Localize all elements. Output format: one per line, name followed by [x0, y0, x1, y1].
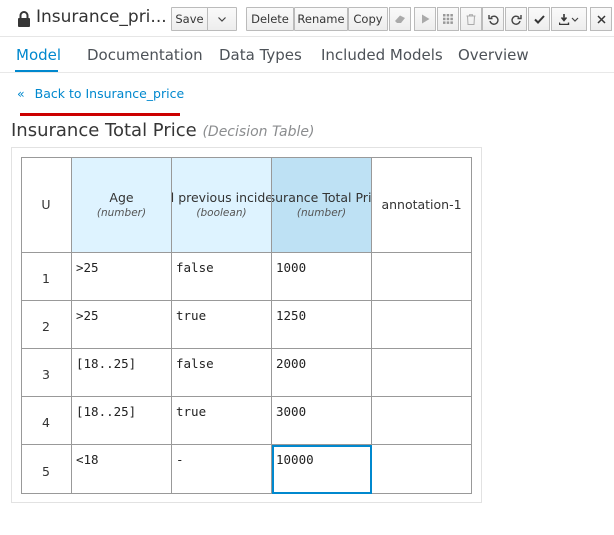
table-cell-incidents[interactable]: true: [172, 397, 272, 445]
table-cell-incidents[interactable]: false: [172, 253, 272, 301]
tab-included-models[interactable]: Included Models: [321, 46, 443, 64]
delete-button[interactable]: Delete: [246, 7, 294, 31]
editor-tabs: Model Documentation Data Types Included …: [0, 37, 614, 73]
redo-button[interactable]: [505, 7, 527, 31]
validate-button[interactable]: [528, 7, 550, 31]
table-cell-price[interactable]: 1250: [272, 301, 372, 349]
lock-icon[interactable]: [17, 11, 31, 27]
check-icon: [533, 14, 545, 24]
table-cell-age[interactable]: <18: [72, 445, 172, 494]
table-cell-age[interactable]: >25: [72, 301, 172, 349]
trash-icon: [466, 13, 476, 25]
undo-icon: [487, 14, 499, 25]
rename-button[interactable]: Rename: [294, 7, 348, 31]
decision-table-grid: U Age (number) had previous incidents (b…: [21, 157, 472, 494]
copy-button[interactable]: Copy: [348, 7, 388, 31]
row-number[interactable]: 2: [21, 301, 72, 349]
redo-icon: [510, 14, 522, 25]
undo-button[interactable]: [482, 7, 504, 31]
column-header-annotation[interactable]: annotation-1: [372, 157, 472, 253]
table-cell-incidents[interactable]: -: [172, 445, 272, 494]
row-number[interactable]: 4: [21, 397, 72, 445]
back-link-highlight: [20, 113, 180, 116]
table-cell-annotation[interactable]: [372, 253, 472, 301]
table-cell-price[interactable]: 2000: [272, 349, 372, 397]
column-type: (number): [296, 207, 347, 219]
grid-button[interactable]: [437, 7, 459, 31]
close-icon: [596, 14, 606, 24]
table-cell-age[interactable]: [18..25]: [72, 397, 172, 445]
table-cell-annotation[interactable]: [372, 445, 472, 494]
download-button[interactable]: [551, 7, 587, 31]
asset-title: Insurance_pri...: [36, 7, 167, 27]
row-number[interactable]: 5: [21, 445, 72, 494]
table-cell-price[interactable]: 1000: [272, 253, 372, 301]
decision-table-name: Insurance Total Price: [11, 120, 197, 141]
column-header-total-price[interactable]: Insurance Total Price (number): [272, 157, 372, 253]
column-header-incidents[interactable]: had previous incidents (boolean): [172, 157, 272, 253]
decision-table-kind: (Decision Table): [202, 124, 315, 140]
table-cell-incidents[interactable]: true: [172, 301, 272, 349]
column-header-age[interactable]: Age (number): [72, 157, 172, 253]
active-tab-indicator: [15, 70, 58, 72]
back-link-label: Back to Insurance_price: [34, 86, 185, 101]
tab-data-types[interactable]: Data Types: [219, 46, 302, 64]
toolbar: Insurance_pri... Save Delete Rename Copy: [0, 0, 614, 37]
table-cell-age[interactable]: >25: [72, 253, 172, 301]
column-name: Insurance Total Price: [272, 190, 371, 205]
save-dropdown-button[interactable]: [207, 7, 237, 31]
decision-table-title: Insurance Total Price (Decision Table): [11, 120, 314, 141]
table-cell-annotation[interactable]: [372, 397, 472, 445]
back-link[interactable]: « Back to Insurance_price: [17, 86, 184, 101]
column-name: annotation-1: [381, 197, 462, 212]
close-button[interactable]: [590, 7, 612, 31]
table-cell-annotation[interactable]: [372, 301, 472, 349]
download-icon: [559, 13, 579, 25]
grid-icon: [443, 14, 453, 24]
caret-down-icon: [218, 16, 226, 22]
column-type: (number): [96, 207, 147, 219]
table-cell-annotation[interactable]: [372, 349, 472, 397]
table-cell-price[interactable]: 3000: [272, 397, 372, 445]
eraser-button[interactable]: [389, 7, 411, 31]
save-button[interactable]: Save: [171, 7, 208, 31]
column-type: (boolean): [196, 207, 247, 219]
tab-model[interactable]: Model: [16, 46, 61, 64]
column-name: Age: [109, 190, 134, 205]
play-icon: [421, 14, 430, 24]
hit-policy-cell[interactable]: U: [21, 157, 72, 253]
column-name: had previous incidents: [172, 190, 271, 205]
play-button[interactable]: [414, 7, 436, 31]
table-cell-incidents[interactable]: false: [172, 349, 272, 397]
tab-documentation[interactable]: Documentation: [87, 46, 203, 64]
table-cell-price-selected[interactable]: 10000: [272, 445, 372, 494]
tab-overview[interactable]: Overview: [458, 46, 529, 64]
hit-policy: U: [41, 197, 51, 212]
row-number[interactable]: 1: [21, 253, 72, 301]
row-number[interactable]: 3: [21, 349, 72, 397]
eraser-icon: [394, 14, 406, 24]
trash-button[interactable]: [460, 7, 482, 31]
table-cell-age[interactable]: [18..25]: [72, 349, 172, 397]
double-chevron-left-icon: «: [17, 86, 25, 101]
